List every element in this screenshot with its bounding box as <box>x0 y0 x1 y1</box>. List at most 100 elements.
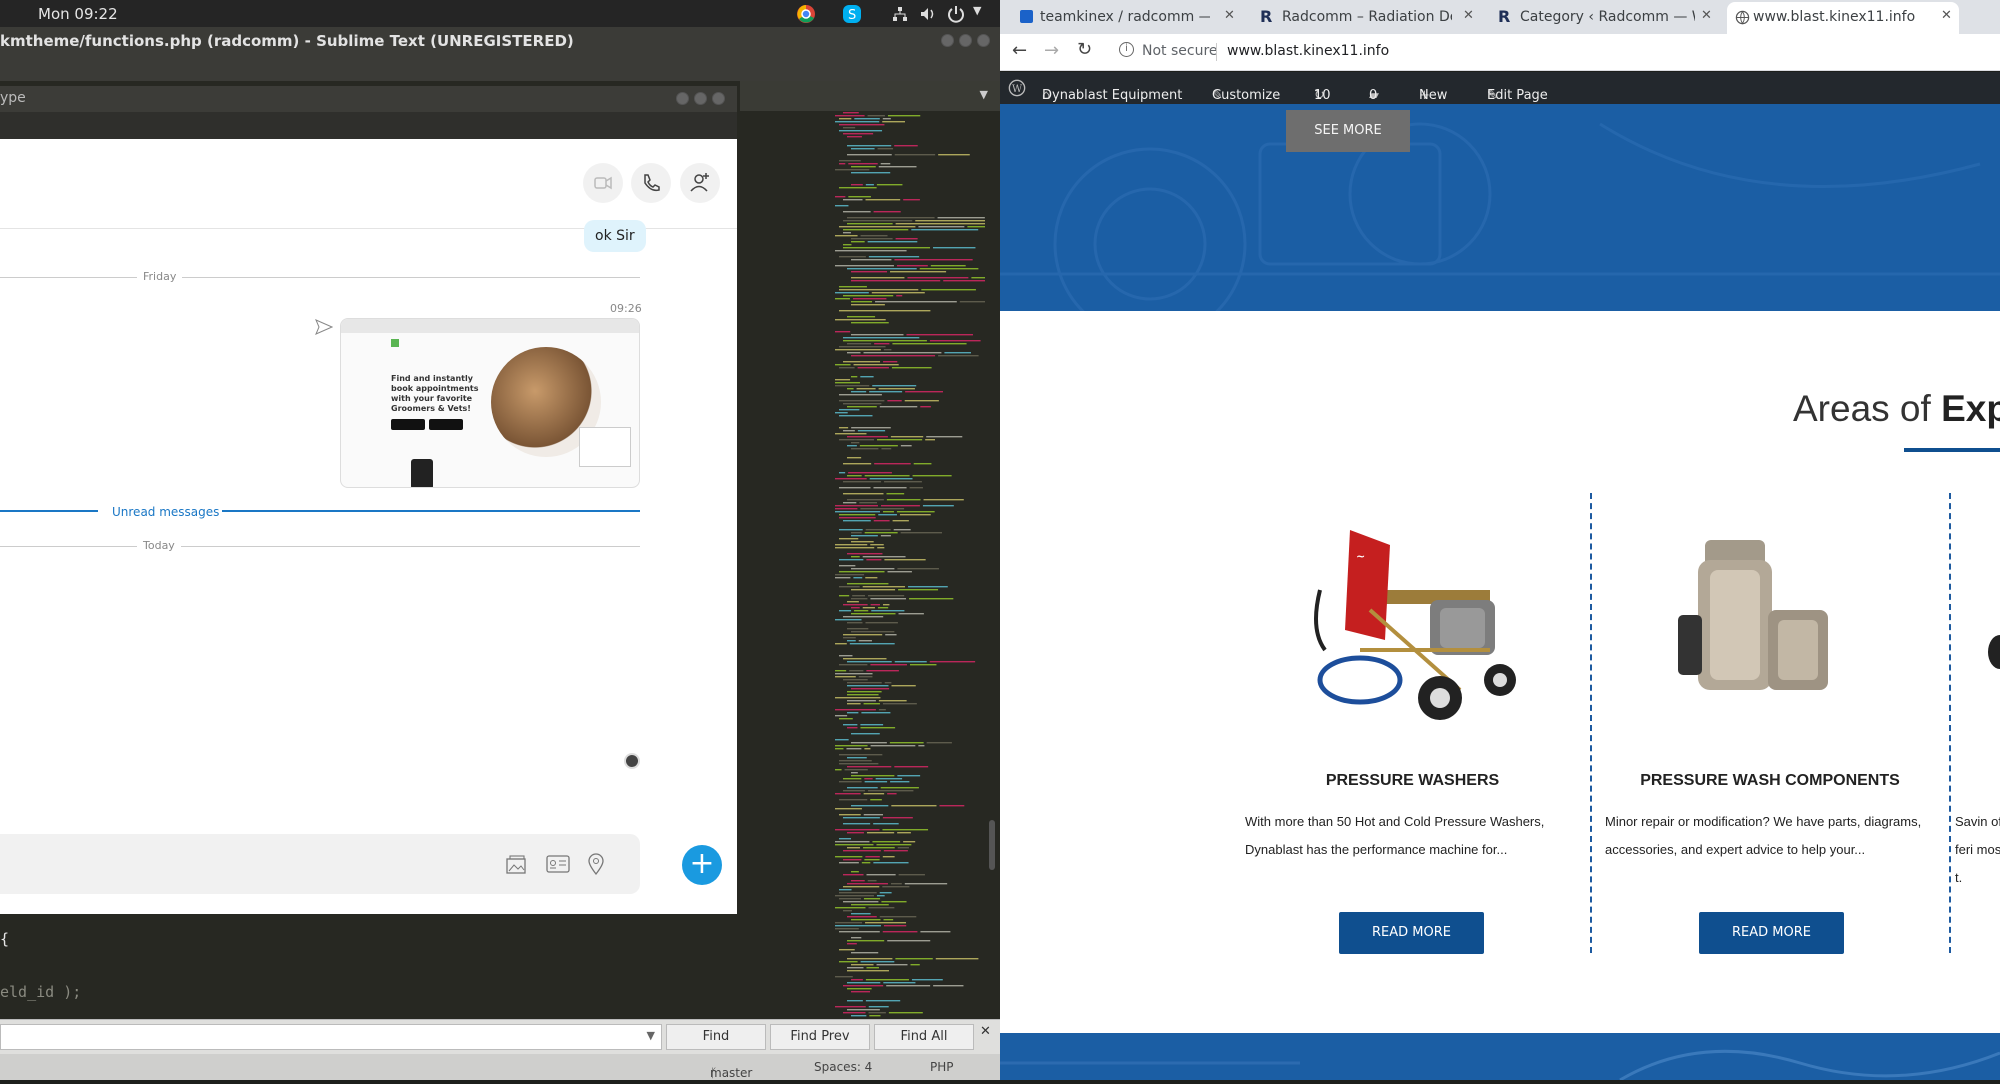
add-people-button[interactable] <box>680 163 720 203</box>
reload-icon[interactable]: ↻ <box>1077 39 1092 60</box>
security-status-label[interactable]: Not secure <box>1142 43 1218 59</box>
close-tab-icon[interactable]: ✕ <box>1941 8 1952 23</box>
footer-background-image <box>1000 1049 2000 1082</box>
minimap-line <box>862 607 875 609</box>
power-icon[interactable] <box>946 4 966 24</box>
editor-scrollbar[interactable] <box>989 820 995 870</box>
video-call-button[interactable] <box>583 163 623 203</box>
network-icon[interactable] <box>890 4 910 24</box>
minimap-line <box>835 925 881 927</box>
tab-dropdown-icon[interactable]: ▼ <box>980 88 988 101</box>
minimap-line <box>843 229 909 231</box>
tab-teamkinex[interactable]: teamkinex / radcomm — ✕ <box>1014 2 1244 34</box>
info-icon[interactable]: i <box>1119 42 1134 57</box>
minimap-line <box>891 367 932 369</box>
minimap-line <box>890 781 910 783</box>
volume-icon[interactable] <box>918 4 938 24</box>
find-history-chevron-icon[interactable]: ▼ <box>647 1029 655 1042</box>
minimap-line <box>884 682 892 684</box>
minimap-line <box>839 586 860 588</box>
back-arrow-icon[interactable]: ← <box>1012 40 1027 61</box>
forward-arrow-icon[interactable]: → <box>1044 40 1059 61</box>
minimap-line <box>847 154 892 156</box>
minimap-line <box>843 874 864 876</box>
minimap-line <box>835 544 868 546</box>
chat-message-bubble[interactable]: ok Sir <box>584 220 646 252</box>
minimap-line <box>839 565 856 567</box>
wordpress-logo-icon[interactable]: W <box>1008 79 1026 97</box>
minimap-line <box>879 406 918 408</box>
minimap-line <box>839 472 846 474</box>
minimap-line <box>847 694 879 696</box>
see-more-button[interactable]: SEE MORE <box>1286 110 1410 152</box>
location-pin-icon[interactable] <box>587 852 605 876</box>
tab-blast-kinex[interactable]: www.blast.kinex11.info ✕ <box>1727 2 1959 34</box>
minimap[interactable] <box>835 112 990 1017</box>
system-clock[interactable]: Mon 09:22 <box>38 5 118 23</box>
minimap-line <box>835 739 849 741</box>
minimap-line <box>848 163 878 165</box>
minimap-line <box>843 604 868 606</box>
skype-maximize-button[interactable] <box>694 92 707 105</box>
minimap-line <box>895 223 985 225</box>
minimap-line <box>835 841 870 843</box>
sublime-status-bar: ᚴ master Spaces: 4 PHP <box>0 1054 1000 1080</box>
chrome-icon[interactable] <box>796 4 816 24</box>
find-prev-button[interactable]: Find Prev <box>770 1024 870 1050</box>
contact-card-icon[interactable] <box>545 854 571 874</box>
minimap-line <box>904 400 939 402</box>
tab-radcomm[interactable]: R Radcomm – Radiation De ✕ <box>1256 2 1481 34</box>
minimap-line <box>911 979 943 981</box>
find-all-button[interactable]: Find All <box>874 1024 974 1050</box>
minimap-line <box>843 658 887 660</box>
minimize-button[interactable] <box>941 34 954 47</box>
minimap-line <box>919 268 979 270</box>
read-more-button[interactable]: READ MORE <box>1699 912 1844 954</box>
minimap-line <box>859 502 878 504</box>
minimap-line <box>851 556 860 558</box>
skype-icon[interactable]: S <box>842 4 862 24</box>
read-more-button[interactable]: READ MORE <box>1339 912 1484 954</box>
minimap-line <box>839 838 851 840</box>
skype-chat-window <box>0 139 737 914</box>
minimap-line <box>847 682 882 684</box>
maximize-button[interactable] <box>959 34 972 47</box>
add-content-plus-button[interactable]: + <box>682 845 722 885</box>
minimap-line <box>871 292 925 294</box>
shared-screenshot-image[interactable]: Find and instantly book appointments wit… <box>340 318 640 488</box>
phone-mockup-image <box>411 459 433 487</box>
close-tab-icon[interactable]: ✕ <box>1701 8 1712 23</box>
find-input[interactable]: ▼ <box>0 1024 662 1050</box>
minimap-line <box>851 334 904 336</box>
skype-window-title: ype <box>0 90 26 106</box>
close-button[interactable] <box>977 34 990 47</box>
audio-call-button[interactable] <box>631 163 671 203</box>
minimap-line <box>894 154 936 156</box>
find-button[interactable]: Find <box>666 1024 766 1050</box>
minimap-line <box>847 967 864 969</box>
minimap-line <box>835 478 867 480</box>
tab-category[interactable]: R Category ‹ Radcomm — W ✕ <box>1494 2 1719 34</box>
minimap-line <box>870 799 882 801</box>
minimap-line <box>939 805 965 807</box>
gallery-icon[interactable] <box>505 854 529 876</box>
tray-menu-chevron-icon[interactable]: ▼ <box>973 4 981 17</box>
close-find-icon[interactable]: ✕ <box>980 1024 991 1039</box>
minimap-line <box>843 337 920 339</box>
editor-tab-strip[interactable]: ▼ <box>740 81 1000 111</box>
minimap-line <box>861 712 891 714</box>
address-bar-url[interactable]: www.blast.kinex11.info <box>1227 43 1389 59</box>
minimap-line <box>959 301 985 303</box>
pressure-washer-image[interactable]: ~ <box>1290 520 1540 730</box>
minimap-line <box>851 805 889 807</box>
card-description: Savin offeri most. <box>1955 814 2000 885</box>
minimap-line <box>868 595 905 597</box>
indentation-status[interactable]: Spaces: 4 <box>814 1060 872 1074</box>
close-tab-icon[interactable]: ✕ <box>1463 8 1474 23</box>
pressure-wash-component-image[interactable] <box>1650 530 1870 730</box>
syntax-status[interactable]: PHP <box>930 1060 954 1074</box>
message-compose-box[interactable] <box>0 834 640 894</box>
close-tab-icon[interactable]: ✕ <box>1224 8 1235 23</box>
skype-minimize-button[interactable] <box>676 92 689 105</box>
skype-close-button[interactable] <box>712 92 725 105</box>
